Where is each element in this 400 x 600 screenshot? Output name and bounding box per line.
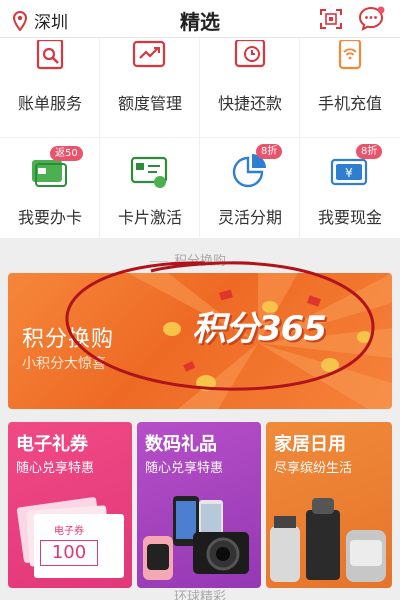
- message-icon[interactable]: [358, 6, 386, 32]
- badge: 返50: [50, 146, 83, 161]
- grid-item-label: 账单服务: [17, 94, 82, 113]
- grid-item-label: 额度管理: [117, 94, 182, 113]
- card-subtitle: 随心兑享特惠: [145, 461, 224, 476]
- hand-drawn-circle-annotation: [65, 261, 375, 391]
- card-activate-icon: [130, 156, 168, 188]
- service-grid: 账单服务 额度管理 快捷还款 手机充值 返50 我要办卡 卡片激活 8折 灵活分…: [0, 38, 400, 238]
- svg-text:¥: ¥: [345, 166, 353, 180]
- grid-item-label: 我要现金: [317, 208, 382, 227]
- card-title: 电子礼券: [16, 434, 88, 455]
- bill-service-icon: [36, 40, 64, 70]
- card-e-coupon[interactable]: 电子礼券 随心兑享特惠 电子券 100: [8, 422, 132, 588]
- grid-item-mobile-recharge[interactable]: 手机充值: [300, 38, 400, 138]
- coupon-ticket: 电子券 100: [34, 514, 124, 578]
- card-digital-gifts[interactable]: 数码礼品 随心兑享特惠: [137, 422, 261, 588]
- grid-item-label: 我要办卡: [17, 208, 82, 227]
- ticket-value: 100: [40, 540, 98, 566]
- card-title: 数码礼品: [145, 434, 217, 455]
- grid-item-bill-service[interactable]: 账单服务: [0, 38, 100, 138]
- section-title-global: 环球精彩: [173, 590, 226, 600]
- card-title: 家居日用: [274, 434, 346, 455]
- badge: 8折: [356, 144, 383, 159]
- digital-products-image: [143, 496, 249, 580]
- card-subtitle: 随心兑享特惠: [16, 461, 95, 476]
- grid-item-apply-card[interactable]: 返50 我要办卡: [0, 138, 100, 238]
- grid-item-installment[interactable]: 8折 灵活分期: [200, 138, 300, 238]
- credit-limit-icon: [132, 40, 166, 68]
- badge: 8折: [256, 144, 283, 159]
- grid-item-cash[interactable]: ¥ 8折 我要现金: [300, 138, 400, 238]
- card-subtitle: 尽享缤纷生活: [274, 461, 353, 476]
- home-appliances-image: [270, 498, 386, 582]
- grid-item-label: 快捷还款: [217, 94, 282, 113]
- ticket-label: 电子券: [54, 526, 84, 537]
- mobile-recharge-icon: [338, 40, 362, 70]
- quick-repay-icon: [234, 40, 266, 68]
- card-household[interactable]: 家居日用 尽享缤纷生活: [266, 422, 392, 588]
- grid-item-label: 卡片激活: [117, 208, 182, 227]
- grid-item-label: 灵活分期: [217, 208, 282, 227]
- grid-item-label: 手机充值: [317, 94, 382, 113]
- grid-item-credit-limit[interactable]: 额度管理: [100, 38, 200, 138]
- scan-icon[interactable]: [319, 7, 343, 31]
- grid-item-card-activate[interactable]: 卡片激活: [100, 138, 200, 238]
- grid-item-quick-repay[interactable]: 快捷还款: [200, 38, 300, 138]
- top-bar: 深圳 精选: [0, 0, 400, 38]
